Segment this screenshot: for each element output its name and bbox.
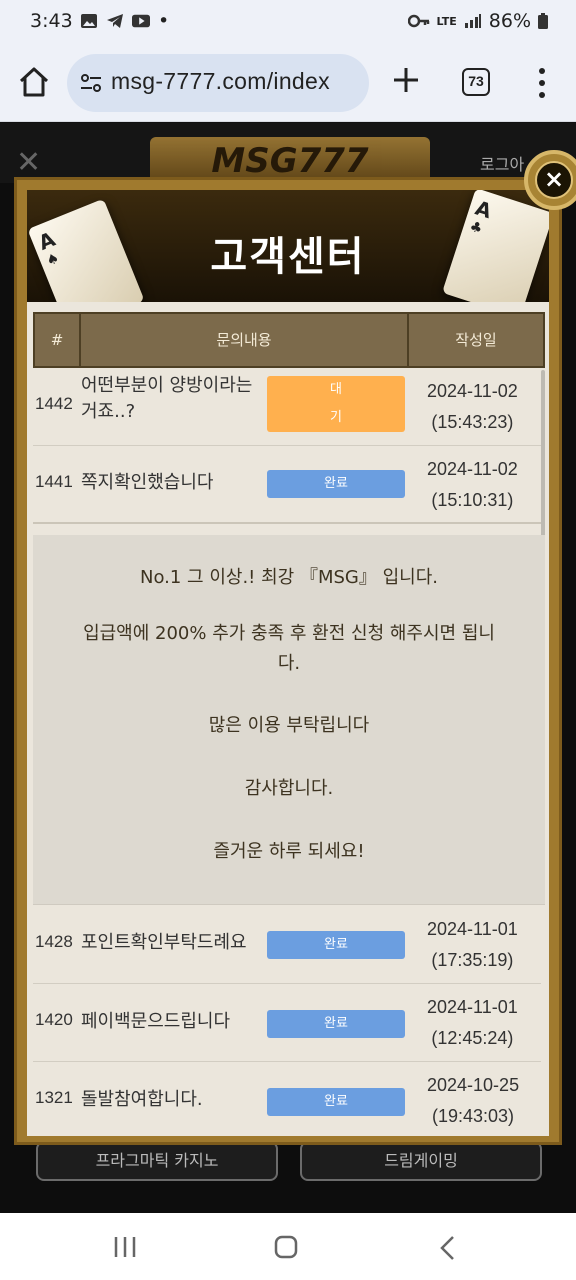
row-date: 2024-10-25 (19:43:03) [427,1075,520,1126]
row-subject[interactable]: 페이백문으드립니다 [81,1009,230,1035]
row-subject[interactable]: 포인트확인부탁드례요 [81,930,247,956]
answer-line: No.1 그 이상.! 최강 『MSG』 입니다. [140,567,438,588]
url-text[interactable]: msg-7777.com/index [111,68,330,95]
back-icon[interactable] [438,1235,458,1261]
answer-panel: No.1 그 이상.! 최강 『MSG』 입니다. 입급액에 200% 추가 충… [33,535,545,905]
answer-line: 많은 이용 부탁립니다 [208,715,370,736]
site-header: ✕ MSG777 로그아 [0,123,576,185]
table-row[interactable]: 1428 포인트확인부탁드례요 완료 2024-11-01 (17:35:19) [33,906,541,984]
row-number: 1321 [35,1088,73,1107]
lte-label: LTE [436,14,457,28]
browser-toolbar: msg-7777.com/index 73 [0,44,576,122]
table-header: # 문의내용 작성일 [33,312,545,368]
status-bar: 3:43 • LTE 86% [0,0,576,44]
modal-header: A ♠ A ♣ 고객센터 [27,190,549,302]
table-row[interactable]: 1420 페이백문으드립니다 완료 2024-11-01 (12:45:24) [33,984,541,1062]
row-date: 2024-11-01 (12:45:24) [427,997,518,1048]
table-row[interactable]: 1441 쪽지확인했습니다 완료 2024-11-02 (15:10:31) [33,446,541,524]
answer-line: 다. [277,653,301,674]
system-nav-bar [0,1213,576,1280]
site-settings-icon[interactable] [79,72,103,94]
status-badge: 완료 [267,931,405,959]
row-date: 2024-11-01 (17:35:19) [427,919,518,970]
new-tab-icon[interactable] [390,64,422,96]
column-date: 작성일 [455,331,497,349]
status-badge: 완료 [267,1088,405,1116]
battery-percent: 86% [488,10,531,32]
menu-close-icon[interactable]: ✕ [16,148,41,178]
image-icon [81,14,97,28]
table-row[interactable]: 1442 어떤부분이 양방이라는 거죠..? 대 기 2024-11-02 (1… [33,368,541,446]
customer-center-modal: A ♠ A ♣ 고객센터 # 문의내용 작성일 1442 어떤부분이 양방이라는 거… [14,177,562,1145]
status-badge: 완료 [267,470,405,498]
row-number: 1428 [35,932,73,951]
recent-apps-icon[interactable] [112,1235,138,1259]
youtube-icon [132,14,150,28]
clock: 3:43 [30,10,73,32]
address-bar[interactable]: msg-7777.com/index [67,54,369,112]
row-date: 2024-11-02 (15:10:31) [427,459,518,510]
row-date: 2024-11-02 (15:43:23) [427,381,518,432]
logout-link[interactable]: 로그아 [480,151,524,175]
modal-title: 고객센터 [210,234,366,280]
column-content: 문의내용 [81,314,409,366]
status-badge: 완료 [267,1010,405,1038]
table-row[interactable]: 1321 돌발참여합니다. 완료 2024-10-25 (19:43:03) [33,1062,541,1136]
column-number: # [35,314,81,366]
row-subject[interactable]: 돌발참여합니다. [81,1087,203,1113]
answer-line: 즐거운 하루 되세요! [213,841,365,862]
row-number: 1420 [35,1010,73,1029]
answer-line: 감사합니다. [244,778,334,799]
row-number: 1441 [35,472,73,491]
tab-switcher-button[interactable]: 73 [462,68,490,96]
status-badge: 대 기 [267,376,405,432]
home-icon[interactable] [16,64,52,100]
more-menu-icon[interactable] [530,66,554,100]
answer-line: 입급액에 200% 추가 충족 후 환전 신청 해주시면 됩니 [83,623,495,644]
row-number: 1442 [35,394,73,413]
row-subject[interactable]: 쪽지확인했습니다 [81,470,213,496]
tile-pragmatic-casino[interactable]: 프라그마틱 카지노 [36,1141,278,1181]
notification-dot: • [158,10,170,32]
inquiry-table: # 문의내용 작성일 1442 어떤부분이 양방이라는 거죠..? 대 기 20… [27,302,549,1136]
modal-close-button[interactable]: × [524,150,576,210]
battery-icon [538,13,548,29]
row-subject[interactable]: 어떤부분이 양방이라는 거죠..? [81,373,252,425]
close-icon[interactable]: × [535,161,573,199]
key-icon [407,14,429,28]
home-nav-icon[interactable] [274,1235,298,1259]
telegram-icon [107,14,123,28]
tile-dream-gaming[interactable]: 드림게이밍 [300,1141,542,1181]
signal-icon [464,14,481,28]
